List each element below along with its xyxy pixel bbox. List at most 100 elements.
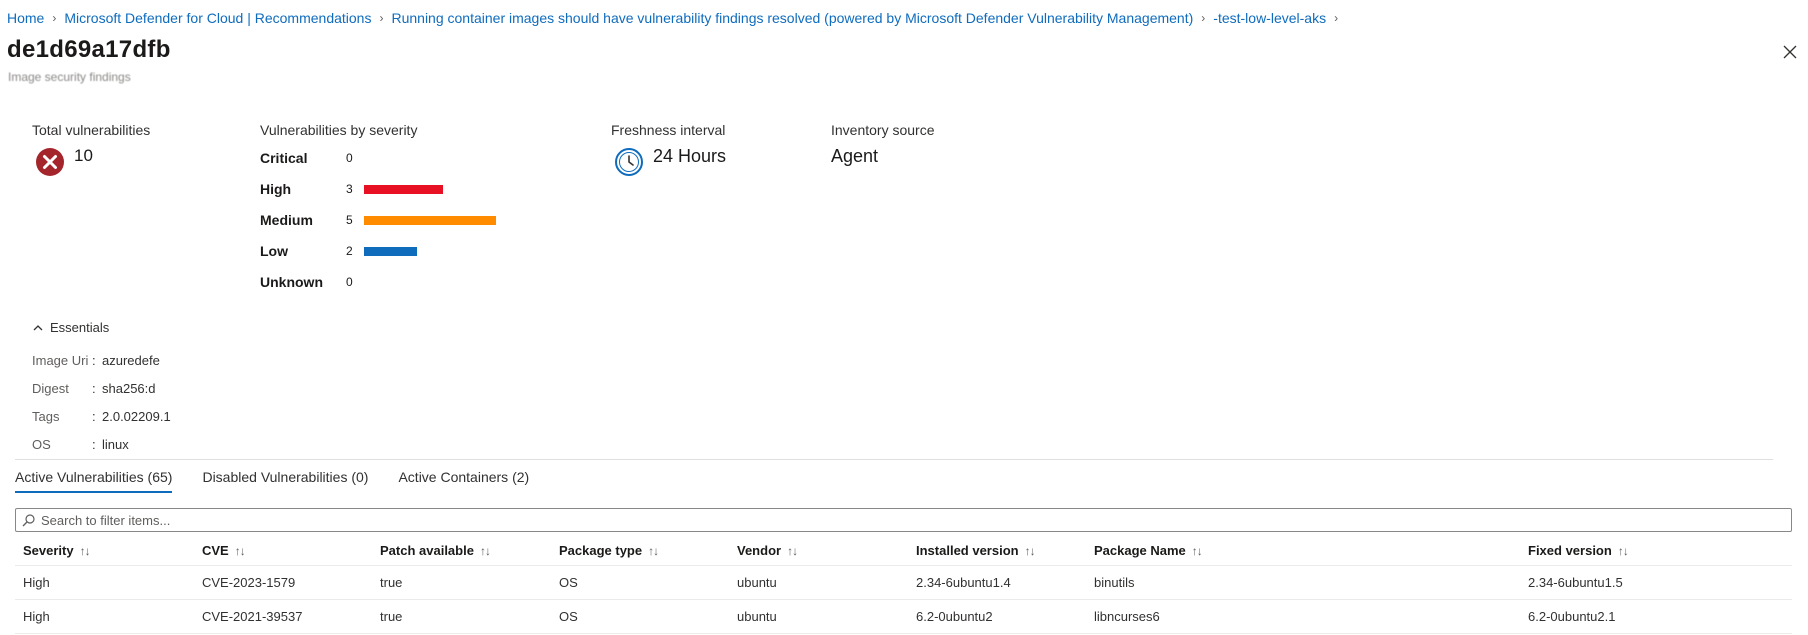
essentials-toggle[interactable]: Essentials bbox=[32, 320, 109, 335]
severity-count: 5 bbox=[346, 213, 353, 227]
severity-count: 3 bbox=[346, 182, 353, 196]
colon: : bbox=[92, 409, 96, 424]
severity-name: Unknown bbox=[260, 274, 323, 290]
cell-vendor: ubuntu bbox=[737, 609, 777, 624]
cell-installed-version: 2.34-6ubuntu1.4 bbox=[916, 575, 1011, 590]
column-header-fixed-version[interactable]: Fixed version ↑↓ bbox=[1528, 536, 1629, 565]
close-icon bbox=[1783, 45, 1797, 59]
close-button[interactable] bbox=[1780, 42, 1800, 62]
sort-icon: ↑↓ bbox=[234, 543, 246, 558]
page-title: de1d69a17dfb bbox=[7, 36, 171, 63]
essentials-value: sha256:de bbox=[102, 381, 155, 396]
severity-name: High bbox=[260, 181, 292, 197]
cell-severity: High bbox=[23, 609, 50, 624]
essentials-row-tags: Tags:2.0.02209.1 bbox=[32, 409, 176, 424]
sort-icon: ↑↓ bbox=[648, 543, 659, 558]
essentials-key: Digest bbox=[32, 381, 69, 396]
sort-icon: ↑↓ bbox=[479, 543, 491, 558]
severity-name: Critical bbox=[260, 150, 308, 166]
essentials-row-image-uri: Image Uri: azuredefe bbox=[32, 353, 176, 368]
essentials-row-os: OS: linux bbox=[32, 437, 176, 452]
tab-list: Active Vulnerabilities (65) Disabled Vul… bbox=[15, 469, 559, 493]
column-header-vendor[interactable]: Vendor ↑↓ bbox=[737, 536, 798, 565]
severity-count: 2 bbox=[346, 244, 353, 258]
inventory-value: Agent bbox=[831, 146, 879, 166]
error-icon bbox=[35, 147, 65, 177]
column-header-package-type[interactable]: Package type ↑↓ bbox=[559, 536, 659, 565]
cell-patch-available: true bbox=[380, 609, 403, 624]
colon: : bbox=[92, 437, 96, 452]
severity-row-medium: Medium 5 bbox=[260, 210, 496, 230]
breadcrumb-cluster[interactable]: -test-low-level-aks bbox=[1213, 10, 1326, 26]
cell-fixed-version: 2.34-6ubuntu1.5 bbox=[1528, 575, 1623, 590]
freshness-label: Freshness interval bbox=[611, 122, 726, 138]
cell-package-name: libncurses6 bbox=[1094, 609, 1160, 624]
breadcrumb-home[interactable]: Home bbox=[7, 10, 44, 26]
essentials-key: Image Uri bbox=[32, 353, 89, 368]
cell-vendor: ubuntu bbox=[737, 575, 777, 590]
page-subtitle: Image security findings bbox=[8, 70, 131, 84]
severity-row-high: High 3 bbox=[260, 179, 443, 199]
severity-count: 0 bbox=[346, 275, 353, 289]
severity-bar-high bbox=[364, 184, 443, 194]
essentials-key: Tags bbox=[32, 409, 60, 424]
search-box[interactable] bbox=[15, 508, 1792, 532]
cell-package-name: binutils bbox=[1094, 575, 1135, 590]
cell-package-type: OS bbox=[559, 609, 578, 624]
breadcrumb: Home › Microsoft Defender for Cloud | Re… bbox=[7, 9, 1346, 27]
cell-patch-available: true bbox=[380, 575, 403, 590]
inventory-label: Inventory source bbox=[831, 122, 935, 138]
breadcrumb-recommendation-detail[interactable]: Running container images should have vul… bbox=[391, 10, 1193, 26]
severity-row-low: Low 2 bbox=[260, 241, 417, 261]
column-header-severity[interactable]: Severity ↑↓ bbox=[23, 536, 91, 565]
table-row[interactable]: High CVE-2023-1579 true OS ubuntu 2.34-6… bbox=[15, 566, 1792, 600]
tab-active-vulnerabilities[interactable]: Active Vulnerabilities (65) bbox=[15, 469, 173, 493]
colon: : bbox=[92, 381, 96, 396]
column-header-installed-version[interactable]: Installed version ↑↓ bbox=[916, 536, 1036, 565]
column-header-cve[interactable]: CVE ↑↓ bbox=[202, 536, 246, 565]
chevron-right-icon: › bbox=[379, 11, 384, 25]
sort-icon: ↑↓ bbox=[79, 543, 91, 558]
severity-name: Low bbox=[260, 243, 288, 259]
column-header-package-name[interactable]: Package Name ↑↓ bbox=[1094, 536, 1203, 565]
tab-disabled-vulnerabilities[interactable]: Disabled Vulnerabilities (0) bbox=[202, 469, 368, 493]
severity-label: Vulnerabilities by severity bbox=[260, 122, 418, 138]
column-header-patch-available[interactable]: Patch available ↑↓ bbox=[380, 536, 491, 565]
total-vulnerabilities-label: Total vulnerabilities bbox=[32, 122, 151, 138]
essentials-row-digest: Digest: sha256:de bbox=[32, 381, 155, 396]
chevron-right-icon: › bbox=[52, 11, 57, 25]
chevron-up-icon bbox=[33, 324, 43, 330]
breadcrumb-recommendations[interactable]: Microsoft Defender for Cloud | Recommend… bbox=[64, 10, 371, 26]
cell-package-type: OS bbox=[559, 575, 578, 590]
severity-bar-low bbox=[364, 246, 417, 256]
essentials-label: Essentials bbox=[50, 320, 110, 335]
clock-icon bbox=[614, 147, 644, 177]
sort-icon: ↑↓ bbox=[787, 543, 798, 558]
cell-installed-version: 6.2-0ubuntu2 bbox=[916, 609, 993, 624]
vulnerabilities-table: Severity ↑↓ CVE ↑↓ Patch available ↑↓ Packa… bbox=[15, 536, 1792, 634]
freshness-value: 24 Hours bbox=[653, 146, 727, 166]
severity-bar-medium bbox=[364, 215, 496, 225]
table-row[interactable]: High CVE-2021-39537 true OS ubuntu 6.2-0… bbox=[15, 600, 1792, 634]
tab-divider bbox=[15, 459, 1773, 460]
severity-row-critical: Critical 0 bbox=[260, 148, 364, 168]
chevron-right-icon: › bbox=[1201, 11, 1206, 25]
severity-count: 0 bbox=[346, 151, 353, 165]
chevron-right-icon: › bbox=[1334, 11, 1339, 25]
severity-name: Medium bbox=[260, 212, 313, 228]
sort-icon: ↑↓ bbox=[1191, 543, 1203, 558]
total-vulnerabilities-value: 10 bbox=[74, 146, 93, 165]
essentials-value: azuredefe bbox=[102, 353, 160, 368]
search-icon bbox=[22, 513, 35, 526]
essentials-value: linux bbox=[102, 437, 129, 452]
cell-severity: High bbox=[23, 575, 50, 590]
essentials-value: 2.0.02209.1 bbox=[102, 409, 171, 424]
cell-cve: CVE-2023-1579 bbox=[202, 575, 296, 590]
tab-active-containers[interactable]: Active Containers (2) bbox=[398, 469, 529, 493]
colon: : bbox=[92, 353, 96, 368]
cell-fixed-version: 6.2-0ubuntu2.1 bbox=[1528, 609, 1616, 624]
table-header-row: Severity ↑↓ CVE ↑↓ Patch available ↑↓ Packa… bbox=[15, 536, 1792, 566]
cell-cve: CVE-2021-39537 bbox=[202, 609, 303, 624]
search-input[interactable] bbox=[41, 512, 1634, 528]
sort-icon: ↑↓ bbox=[1024, 543, 1036, 558]
